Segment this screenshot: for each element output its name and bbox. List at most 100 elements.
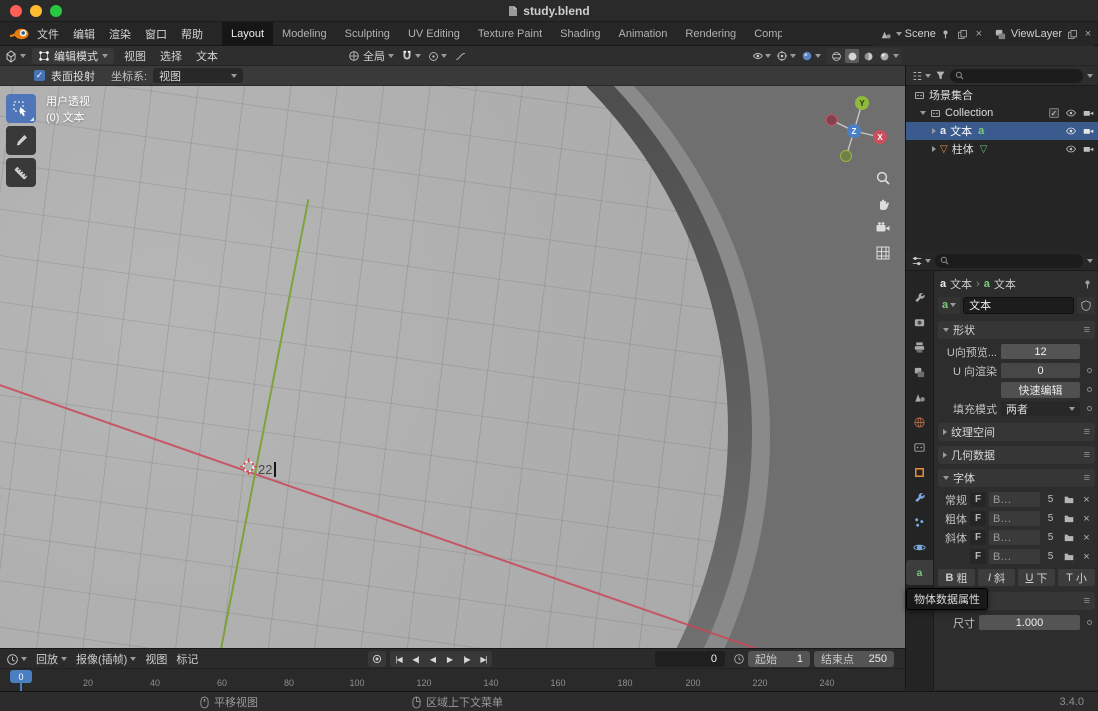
measure-tool[interactable] <box>6 158 36 187</box>
menu-window[interactable]: 窗口 <box>138 22 174 46</box>
current-frame-field[interactable]: 0 <box>655 651 725 667</box>
font-datablock-icon[interactable]: F <box>970 492 986 507</box>
pin-icon[interactable] <box>1082 279 1093 290</box>
select-box-tool[interactable] <box>6 94 36 123</box>
tab-particles[interactable] <box>906 510 933 535</box>
timeline-editor-icon[interactable] <box>6 653 27 666</box>
section-geometry[interactable]: 几何数据 ≡ <box>938 446 1095 464</box>
shading-material-icon[interactable] <box>861 49 875 63</box>
mode-selector[interactable]: 编辑模式 <box>32 48 114 64</box>
outliner-editor-icon[interactable] <box>911 70 931 82</box>
fake-user-shield-icon[interactable] <box>1077 296 1095 314</box>
camera-icon[interactable] <box>1083 108 1094 118</box>
use-preview-range-icon[interactable] <box>733 653 745 665</box>
tab-modifiers[interactable] <box>906 485 933 510</box>
open-folder-icon[interactable] <box>1061 492 1076 507</box>
eye-icon[interactable] <box>1065 126 1077 136</box>
unlink-icon[interactable]: × <box>1079 511 1094 526</box>
xray-toggle[interactable] <box>801 50 821 62</box>
section-shape[interactable]: 形状 ≡ <box>938 321 1095 339</box>
text-object-content[interactable]: 22 <box>258 462 276 477</box>
fill-mode-dropdown[interactable]: 两者 <box>1001 401 1080 416</box>
tab-world[interactable] <box>906 410 933 435</box>
tab-compositing[interactable]: Compositing <box>745 22 782 46</box>
pan-hand-icon[interactable] <box>875 195 891 211</box>
viewport-canvas[interactable]: 22 用户透视 (0) 文本 Y Z X <box>0 86 905 648</box>
breadcrumb-object[interactable]: 文本 <box>950 276 972 292</box>
snap-toggle[interactable] <box>401 50 421 62</box>
eye-icon[interactable] <box>1065 108 1077 118</box>
proportional-edit-toggle[interactable] <box>428 51 447 62</box>
open-folder-icon[interactable] <box>1061 511 1076 526</box>
zoom-icon[interactable] <box>875 170 891 186</box>
font-name-field[interactable]: B… <box>989 511 1040 526</box>
animate-dot[interactable] <box>1086 406 1092 411</box>
auto-keying-record-icon[interactable] <box>368 651 386 667</box>
cylinder-expand-icon[interactable] <box>932 146 936 152</box>
menu-playback[interactable]: 回放 <box>36 651 67 667</box>
datablock-name-input[interactable]: 文本 <box>963 296 1074 314</box>
italic-toggle[interactable]: I斜 <box>978 569 1015 586</box>
small-caps-toggle[interactable]: T小 <box>1058 569 1095 586</box>
collection-expand-icon[interactable] <box>920 111 926 115</box>
font-name-field[interactable]: B… <box>989 549 1040 564</box>
overlays-toggle[interactable] <box>776 50 796 62</box>
transform-orientation-dropdown[interactable]: 全局 <box>348 48 394 64</box>
menu-view-timeline[interactable]: 视图 <box>145 651 167 667</box>
font-users-count[interactable]: 5 <box>1043 530 1058 545</box>
jump-to-start-button[interactable]: |◀ <box>390 655 407 664</box>
outliner-search-input[interactable] <box>950 68 1083 83</box>
play-reverse-button[interactable]: ◀ <box>424 655 441 664</box>
outliner-row-text[interactable]: a 文本 a <box>906 122 1098 140</box>
font-datablock-icon[interactable]: F <box>970 549 986 564</box>
axis-dropdown[interactable]: 视图 <box>153 68 244 83</box>
surface-project-checkbox[interactable]: ✓ <box>34 70 45 81</box>
tab-physics[interactable] <box>906 535 933 560</box>
menu-file[interactable]: 文件 <box>30 22 66 46</box>
camera-icon[interactable] <box>1083 144 1094 154</box>
unlink-icon[interactable]: × <box>1079 549 1094 564</box>
font-users-count[interactable]: 5 <box>1043 492 1058 507</box>
underline-toggle[interactable]: U下 <box>1018 569 1055 586</box>
timeline-ruler[interactable]: 0 20 40 60 80 100 120 140 160 180 200 22… <box>0 668 905 692</box>
breadcrumb-data[interactable]: 文本 <box>994 276 1016 292</box>
tab-collection[interactable] <box>906 435 933 460</box>
section-menu-icon[interactable]: ≡ <box>1084 595 1090 607</box>
animate-dot[interactable] <box>1086 387 1092 392</box>
text-expand-icon[interactable] <box>932 128 936 134</box>
shading-dropdown-chevron[interactable] <box>893 54 899 58</box>
tab-object[interactable] <box>906 460 933 485</box>
quick-edit-button[interactable]: 快速编辑 <box>1001 381 1080 398</box>
filter-funnel-icon[interactable] <box>935 70 946 81</box>
collection-checkbox[interactable]: ✓ <box>1049 108 1059 118</box>
properties-filter-chevron[interactable] <box>1087 258 1093 263</box>
new-viewlayer-icon[interactable] <box>1065 27 1079 41</box>
annotate-tool[interactable] <box>6 126 36 155</box>
font-name-field[interactable]: B… <box>989 530 1040 545</box>
camera-view-icon[interactable] <box>875 220 891 236</box>
tab-view-layer[interactable] <box>906 360 933 385</box>
orientation-gizmo[interactable]: Y Z X <box>825 90 895 164</box>
prev-keyframe-button[interactable]: ◀| <box>407 655 424 664</box>
unlink-icon[interactable]: × <box>1079 530 1094 545</box>
scene-name[interactable]: Scene <box>905 28 936 40</box>
menu-text[interactable]: 文本 <box>192 48 222 64</box>
shading-solid-icon[interactable] <box>845 49 859 63</box>
section-menu-icon[interactable]: ≡ <box>1084 324 1090 336</box>
menu-render[interactable]: 渲染 <box>102 22 138 46</box>
close-window-button[interactable] <box>10 5 22 17</box>
tab-scene[interactable] <box>906 385 933 410</box>
new-scene-icon[interactable] <box>956 27 970 41</box>
section-menu-icon[interactable]: ≡ <box>1084 472 1090 484</box>
font-datablock-icon[interactable]: F <box>970 511 986 526</box>
pin-icon[interactable] <box>939 27 953 41</box>
tab-sculpting[interactable]: Sculpting <box>336 22 399 46</box>
remove-viewlayer-icon[interactable]: × <box>1082 28 1094 40</box>
properties-search-input[interactable] <box>935 253 1083 268</box>
properties-editor-icon[interactable] <box>911 255 931 267</box>
menu-select[interactable]: 选择 <box>156 48 186 64</box>
gizmo-neg-y-axis[interactable] <box>840 150 852 162</box>
datablock-type-icon[interactable]: a <box>938 296 961 314</box>
playhead[interactable]: 0 <box>10 670 32 683</box>
font-name-field[interactable]: B… <box>989 492 1040 507</box>
